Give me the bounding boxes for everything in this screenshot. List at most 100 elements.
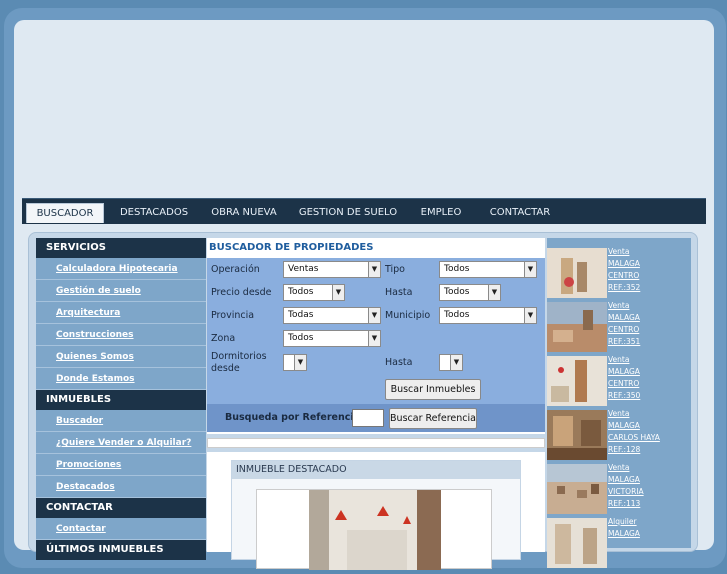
chevron-down-icon: ▼ <box>332 285 344 300</box>
reference-search-row: Busqueda por Referencia : Buscar Referen… <box>207 404 545 432</box>
list-item[interactable]: Alquiler MALAGA <box>547 516 691 570</box>
property-link[interactable]: Venta MALAGA CENTRO REF.:351 <box>608 300 640 348</box>
provincia-value: Todas <box>288 310 314 320</box>
property-link[interactable]: Alquiler MALAGA <box>608 516 640 540</box>
list-item[interactable]: Venta MALAGA VICTORIA REF.:113 <box>547 462 691 516</box>
property-link[interactable]: Venta MALAGA VICTORIA REF.:113 <box>608 462 644 510</box>
sidebar: SERVICIOS Calculadora Hipotecaria Gestió… <box>36 238 206 560</box>
chevron-down-icon: ▼ <box>488 285 500 300</box>
sidebar-item-buscador[interactable]: Buscador <box>36 410 206 432</box>
ref-text: REF.:351 <box>608 337 641 346</box>
zona-value: Todos <box>288 333 314 343</box>
provincia-select[interactable]: Todas ▼ <box>283 307 381 324</box>
property-link[interactable]: Venta MALAGA CENTRO REF.:350 <box>608 354 640 402</box>
list-item[interactable]: Venta MALAGA CENTRO REF.:352 <box>547 246 691 300</box>
sidebar-item-construcciones[interactable]: Construcciones <box>36 324 206 346</box>
sidebar-item-quienes-somos[interactable]: Quienes Somos <box>36 346 206 368</box>
buscar-referencia-button[interactable]: Buscar Referencia <box>389 408 477 429</box>
sidebar-section-inmuebles: INMUEBLES <box>36 390 206 410</box>
sidebar-item-contactar[interactable]: Contactar <box>36 518 206 540</box>
chevron-down-icon: ▼ <box>524 308 536 323</box>
ref-text: REF.:352 <box>608 283 641 292</box>
property-thumbnail[interactable] <box>547 302 607 352</box>
list-item[interactable]: Venta MALAGA CARLOS HAYA REF.:128 <box>547 408 691 462</box>
latest-properties: Venta MALAGA CENTRO REF.:352 Venta MALAGA CEN… <box>547 238 691 568</box>
precio-select[interactable]: Todos ▼ <box>283 284 345 301</box>
precio-value: Todos <box>288 287 314 297</box>
tab-obra-nueva[interactable]: OBRA NUEVA <box>206 203 282 223</box>
property-thumbnail[interactable] <box>547 248 607 298</box>
list-item[interactable]: Venta MALAGA CENTRO REF.:350 <box>547 354 691 408</box>
ref-label: Busqueda por Referencia : <box>225 412 368 423</box>
op-text: Alquiler <box>608 517 637 526</box>
op-text: Venta <box>608 355 630 364</box>
property-link[interactable]: Venta MALAGA CARLOS HAYA REF.:128 <box>608 408 660 456</box>
top-navigation: BUSCADOR DESTACADOS OBRA NUEVA GESTION D… <box>22 198 706 224</box>
ref-text: REF.:113 <box>608 499 641 508</box>
city-text: MALAGA <box>608 313 640 322</box>
search-title: BUSCADOR DE PROPIEDADES <box>209 242 374 253</box>
city-text: MALAGA <box>608 421 640 430</box>
sidebar-section-ultimos: ÚLTIMOS INMUEBLES <box>36 540 206 560</box>
property-search: BUSCADOR DE PROPIEDADES Operación Ventas… <box>207 238 545 434</box>
dormitorios-hasta-select[interactable]: ▼ <box>439 354 463 371</box>
municipio-select[interactable]: Todos ▼ <box>439 307 537 324</box>
city-text: MALAGA <box>608 475 640 484</box>
hasta-select[interactable]: Todos ▼ <box>439 284 501 301</box>
property-thumbnail[interactable] <box>547 410 607 460</box>
tipo-select[interactable]: Todos ▼ <box>439 261 537 278</box>
chevron-down-icon: ▼ <box>368 262 380 277</box>
sidebar-item-calculadora[interactable]: Calculadora Hipotecaria <box>36 258 206 280</box>
zona-select[interactable]: Todos ▼ <box>283 330 381 347</box>
dormitorios-label: Dormitorios desde <box>211 351 267 375</box>
sidebar-item-vender-alquilar[interactable]: ¿Quiere Vender o Alquilar? <box>36 432 206 454</box>
precio-label: Precio desde <box>211 287 272 298</box>
tab-buscador[interactable]: BUSCADOR <box>26 203 104 223</box>
provincia-label: Provincia <box>211 310 255 321</box>
tab-contactar[interactable]: CONTACTAR <box>488 203 552 223</box>
property-thumbnail[interactable] <box>547 464 607 514</box>
sidebar-item-promociones[interactable]: Promociones <box>36 454 206 476</box>
city-text: MALAGA <box>608 529 640 538</box>
sidebar-item-arquitectura[interactable]: Arquitectura <box>36 302 206 324</box>
dormitorios-label-line2: desde <box>211 363 240 374</box>
zone-text: CENTRO <box>608 325 640 334</box>
op-text: Venta <box>608 301 630 310</box>
featured-property: INMUEBLE DESTACADO <box>207 452 545 570</box>
property-link[interactable]: Venta MALAGA CENTRO REF.:352 <box>608 246 640 294</box>
buscar-inmuebles-button[interactable]: Buscar Inmuebles <box>385 379 481 400</box>
ref-text: REF.:128 <box>608 445 641 454</box>
page-frame: BUSCADOR DESTACADOS OBRA NUEVA GESTION D… <box>0 0 727 570</box>
chevron-down-icon: ▼ <box>294 355 306 370</box>
dormitorios-label-line1: Dormitorios <box>211 351 267 362</box>
operacion-select[interactable]: Ventas ▼ <box>283 261 381 278</box>
featured-panel: INMUEBLE DESTACADO <box>231 460 521 570</box>
tab-empleo[interactable]: EMPLEO <box>416 203 466 223</box>
dormitorios-desde-select[interactable]: ▼ <box>283 354 307 371</box>
divider-bar <box>207 438 545 448</box>
chevron-down-icon: ▼ <box>368 331 380 346</box>
reference-input[interactable] <box>352 409 384 427</box>
sidebar-item-donde-estamos[interactable]: Donde Estamos <box>36 368 206 390</box>
city-text: MALAGA <box>608 367 640 376</box>
chevron-down-icon: ▼ <box>368 308 380 323</box>
sidebar-item-destacados[interactable]: Destacados <box>36 476 206 498</box>
op-text: Venta <box>608 409 630 418</box>
hasta-value: Todos <box>444 287 470 297</box>
zone-text: CENTRO <box>608 271 640 280</box>
tab-gestion-de-suelo[interactable]: GESTION DE SUELO <box>298 203 398 223</box>
sidebar-item-gestion-suelo[interactable]: Gestión de suelo <box>36 280 206 302</box>
municipio-value: Todos <box>444 310 470 320</box>
tab-destacados[interactable]: DESTACADOS <box>114 203 194 223</box>
property-thumbnail[interactable] <box>547 356 607 406</box>
list-item[interactable]: Venta MALAGA CENTRO REF.:351 <box>547 300 691 354</box>
sidebar-section-contactar: CONTACTAR <box>36 498 206 518</box>
featured-title: INMUEBLE DESTACADO <box>232 461 520 479</box>
chevron-down-icon: ▼ <box>450 355 462 370</box>
property-thumbnail[interactable] <box>547 518 607 568</box>
municipio-label: Municipio <box>385 310 431 321</box>
zona-label: Zona <box>211 333 236 344</box>
zone-text: VICTORIA <box>608 487 644 496</box>
featured-photo[interactable] <box>256 489 492 570</box>
sidebar-section-servicios: SERVICIOS <box>36 238 206 258</box>
